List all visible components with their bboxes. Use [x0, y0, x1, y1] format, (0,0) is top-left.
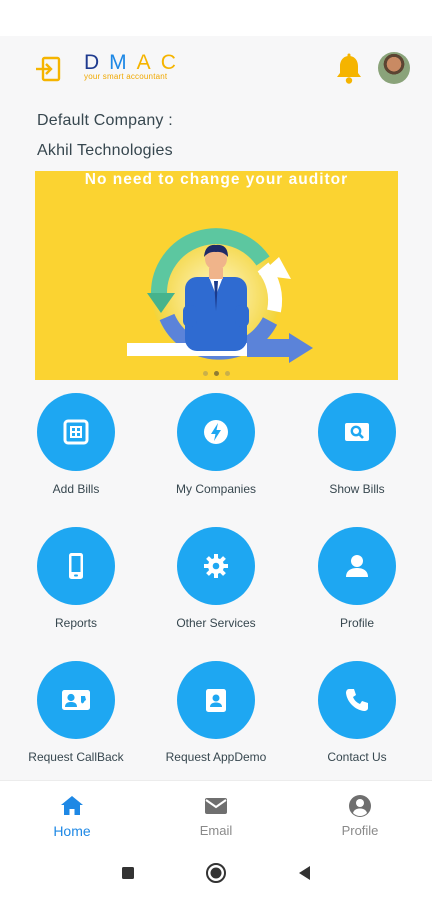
- request-appdemo-button[interactable]: [177, 661, 255, 739]
- account-circle-icon: [349, 795, 371, 817]
- nav-home[interactable]: Home: [0, 781, 144, 847]
- nav-home-label: Home: [53, 823, 91, 839]
- other-services-button[interactable]: [177, 527, 255, 605]
- nav-profile[interactable]: Profile: [288, 781, 432, 847]
- other-services-label: Other Services: [176, 616, 256, 630]
- show-bills-button[interactable]: [318, 393, 396, 471]
- add-bills-label: Add Bills: [52, 482, 100, 496]
- logo-letter-c: C: [160, 51, 186, 74]
- status-bar: [0, 0, 432, 36]
- contact-card-icon: [62, 690, 90, 710]
- bell-icon[interactable]: [334, 53, 364, 85]
- contact-us-label: Contact Us: [327, 750, 387, 764]
- reports-label: Reports: [54, 616, 98, 630]
- reports-tile[interactable]: Reports: [6, 527, 146, 637]
- phone-icon: [346, 689, 368, 711]
- person-icon: [346, 555, 368, 577]
- profile-tile[interactable]: Profile: [287, 527, 427, 637]
- add-bills-tile[interactable]: Add Bills: [6, 393, 146, 503]
- login-arrow-icon[interactable]: [34, 55, 62, 83]
- logo-letter-d: D: [84, 51, 110, 74]
- banner-headline: No need to change your auditor: [84, 171, 349, 188]
- company-name: Akhil Technologies: [37, 142, 173, 159]
- carousel-indicator[interactable]: [35, 363, 398, 380]
- carousel-dot[interactable]: [225, 371, 230, 376]
- nav-email-label: Email: [199, 823, 233, 838]
- my-companies-button[interactable]: [177, 393, 255, 471]
- back-button[interactable]: [294, 862, 316, 884]
- search-image-icon: [345, 423, 369, 441]
- add-bill-icon: [63, 419, 89, 445]
- mail-icon: [205, 798, 227, 814]
- request-appdemo-label: Request AppDemo: [165, 750, 267, 764]
- carousel-dot[interactable]: [203, 371, 208, 376]
- user-avatar[interactable]: [378, 52, 410, 84]
- contact-badge-icon: [206, 689, 226, 712]
- default-company-label: Default Company :: [37, 112, 173, 129]
- show-bills-tile[interactable]: Show Bills: [287, 393, 427, 503]
- add-bills-button[interactable]: [37, 393, 115, 471]
- other-services-tile[interactable]: Other Services: [146, 527, 286, 637]
- my-companies-tile[interactable]: My Companies: [146, 393, 286, 503]
- profile-button[interactable]: [318, 527, 396, 605]
- dmac-logo: DMAC your smart accountant: [84, 52, 186, 82]
- phone-device-icon: [69, 553, 83, 579]
- lightning-icon: [204, 420, 228, 444]
- banner-illustration: [127, 228, 313, 363]
- show-bills-label: Show Bills: [329, 482, 385, 496]
- reports-button[interactable]: [37, 527, 115, 605]
- app-header: DMAC your smart accountant: [0, 36, 432, 102]
- home-button[interactable]: [205, 862, 227, 884]
- home-icon: [61, 796, 83, 815]
- nav-email[interactable]: Email: [144, 781, 288, 847]
- gear-icon: [204, 554, 228, 578]
- recents-button[interactable]: [117, 862, 139, 884]
- app-screen: DMAC your smart accountant Default Compa…: [0, 36, 432, 780]
- promo-banner[interactable]: No need to change your auditor: [35, 171, 398, 380]
- nav-profile-label: Profile: [341, 823, 379, 838]
- logo-letter-a: A: [136, 51, 161, 74]
- request-callback-tile[interactable]: Request CallBack: [6, 661, 146, 771]
- contact-us-button[interactable]: [318, 661, 396, 739]
- contact-us-tile[interactable]: Contact Us: [287, 661, 427, 771]
- request-callback-button[interactable]: [37, 661, 115, 739]
- logo-word: DMAC: [84, 52, 186, 74]
- system-navigation-bar: [0, 846, 432, 900]
- logo-letter-m: M: [109, 51, 137, 74]
- carousel-dot-active[interactable]: [214, 371, 219, 376]
- profile-label: Profile: [339, 616, 374, 630]
- request-callback-label: Request CallBack: [28, 750, 124, 764]
- request-appdemo-tile[interactable]: Request AppDemo: [146, 661, 286, 771]
- my-companies-label: My Companies: [175, 482, 257, 496]
- bottom-navigation: Home Email Profile: [0, 780, 432, 847]
